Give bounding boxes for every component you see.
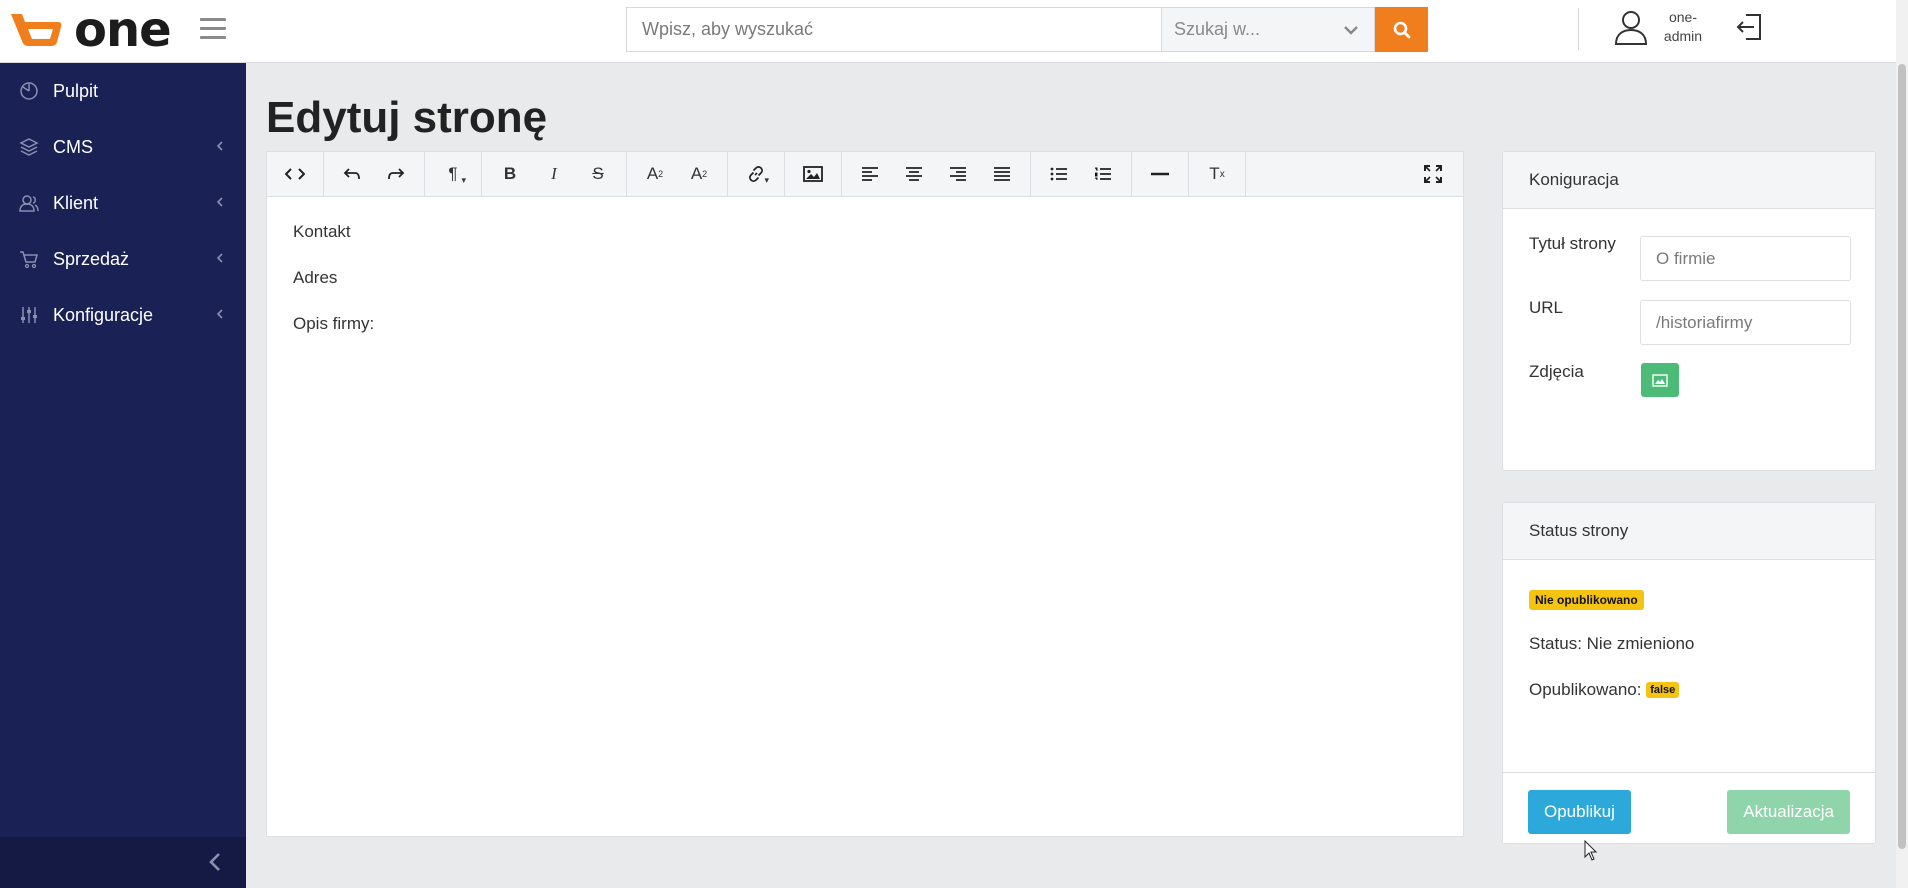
search-input[interactable]	[626, 7, 1161, 52]
search-icon	[1393, 21, 1410, 38]
url-label: URL	[1529, 298, 1564, 317]
page-title: Edytuj stronę	[266, 93, 548, 142]
link-icon[interactable]: ▾	[734, 152, 778, 196]
fullscreen-icon[interactable]	[1411, 152, 1455, 196]
cart-icon	[18, 248, 40, 270]
search-scope-select[interactable]: Szukaj w...	[1161, 7, 1375, 52]
user-icon	[1614, 11, 1648, 45]
code-view-icon[interactable]	[273, 152, 317, 196]
strikethrough-icon[interactable]: S	[576, 152, 620, 196]
photos-label: Zdjęcia	[1529, 362, 1584, 381]
editor-line: Opis firmy:	[293, 314, 375, 333]
chevron-left-icon	[216, 141, 223, 151]
editor-line: Adres	[293, 268, 338, 287]
sidebar-item-konfiguracje[interactable]: Konfiguracje	[0, 287, 246, 343]
sidebar-item-label: Pulpit	[53, 80, 99, 101]
collapse-sidebar-icon[interactable]	[208, 851, 222, 878]
logo-text: one	[74, 2, 172, 58]
page-status-card-title: Status strony	[1503, 503, 1875, 560]
editor-toolbar: ¶ ▾ B I S A2 A2 ▾ T x	[267, 152, 1463, 197]
status-text: Status: Nie zmieniono	[1529, 634, 1695, 653]
insert-image-icon[interactable]	[791, 152, 835, 196]
paragraph-format-icon[interactable]: ¶ ▾	[431, 152, 475, 196]
rich-text-editor: ¶ ▾ B I S A2 A2 ▾ T x Kontakt Adres Opis…	[266, 151, 1464, 837]
header-divider	[1578, 8, 1579, 50]
menu-toggle-icon[interactable]	[200, 18, 226, 40]
url-input[interactable]	[1640, 300, 1851, 345]
clear-formatting-icon[interactable]: Tx	[1195, 152, 1239, 196]
bullet-list-icon[interactable]	[1037, 152, 1081, 196]
sliders-icon	[18, 304, 40, 326]
users-icon	[18, 192, 40, 214]
user-name: one- admin	[1663, 9, 1703, 44]
undo-icon[interactable]	[330, 152, 374, 196]
align-left-icon[interactable]	[848, 152, 892, 196]
search-scope-label: Szukaj w...	[1174, 19, 1261, 39]
sidebar-item-label: Klient	[53, 192, 99, 213]
sidebar-item-sprzedaz[interactable]: Sprzedaż	[0, 231, 246, 287]
align-center-icon[interactable]	[892, 152, 936, 196]
chevron-left-icon	[216, 253, 223, 263]
page-status-card: Status strony Nie opublikowano Status: N…	[1502, 502, 1876, 844]
mouse-cursor-icon	[1584, 840, 1598, 861]
logout-icon[interactable]	[1734, 12, 1764, 47]
sidebar-item-label: Sprzedaż	[53, 248, 130, 269]
search-button[interactable]	[1375, 7, 1428, 52]
scrollbar-thumb[interactable]	[1898, 64, 1906, 849]
configuration-card-title: Koniguracja	[1503, 152, 1875, 209]
redo-icon[interactable]	[374, 152, 418, 196]
chevron-down-icon	[1344, 26, 1358, 35]
subscript-icon[interactable]: A2	[677, 152, 721, 196]
align-right-icon[interactable]	[936, 152, 980, 196]
status-badge: Nie opublikowano	[1529, 590, 1644, 610]
publish-button[interactable]: Opublikuj	[1528, 790, 1631, 834]
page-title-input[interactable]	[1640, 236, 1851, 281]
user-menu[interactable]: one- admin	[1614, 8, 1706, 46]
bold-icon[interactable]: B	[488, 152, 532, 196]
sidebar-item-klient[interactable]: Klient	[0, 175, 246, 231]
logo[interactable]: one	[8, 2, 172, 58]
sidebar-item-pulpit[interactable]: Pulpit	[0, 63, 246, 119]
horizontal-line-icon[interactable]	[1138, 152, 1182, 196]
superscript-icon[interactable]: A2	[633, 152, 677, 196]
published-badge: false	[1646, 682, 1680, 698]
status-card-footer: Opublikuj Aktualizacja	[1503, 772, 1875, 843]
sidebar-item-label: CMS	[53, 136, 93, 157]
page-scrollbar[interactable]	[1896, 0, 1908, 888]
page-title-label: Tytuł strony	[1529, 234, 1616, 253]
italic-icon[interactable]: I	[532, 152, 576, 196]
search-bar: Szukaj w...	[626, 7, 1428, 52]
align-justify-icon[interactable]	[980, 152, 1024, 196]
configuration-card: Koniguracja Tytuł strony URL Zdjęcia	[1502, 151, 1876, 471]
numbered-list-icon[interactable]	[1081, 152, 1125, 196]
chevron-left-icon	[216, 309, 223, 319]
layers-icon	[18, 136, 40, 158]
sidebar-item-cms[interactable]: CMS	[0, 119, 246, 175]
sidebar-footer	[0, 837, 246, 888]
top-bar: one Szukaj w... one- admin	[0, 0, 1896, 63]
sidebar: Pulpit CMS Klient Sprzedaż Konfiguracje	[0, 63, 246, 888]
chevron-left-icon	[216, 197, 223, 207]
update-button[interactable]: Aktualizacja	[1727, 790, 1850, 834]
editor-content[interactable]: Kontakt Adres Opis firmy:	[267, 197, 1463, 383]
published-label: Opublikowano:	[1529, 680, 1642, 699]
published-row: Opublikowano: false	[1529, 680, 1680, 700]
sidebar-item-label: Konfiguracje	[53, 304, 154, 325]
editor-line: Kontakt	[293, 222, 351, 241]
add-photo-button[interactable]	[1641, 363, 1679, 397]
dashboard-icon	[18, 80, 40, 102]
main-content: Edytuj stronę ¶ ▾ B I S A 2 A 2 ▾ T x Ko…	[246, 63, 1896, 888]
logo-icon	[11, 14, 62, 46]
image-icon	[1652, 373, 1668, 387]
